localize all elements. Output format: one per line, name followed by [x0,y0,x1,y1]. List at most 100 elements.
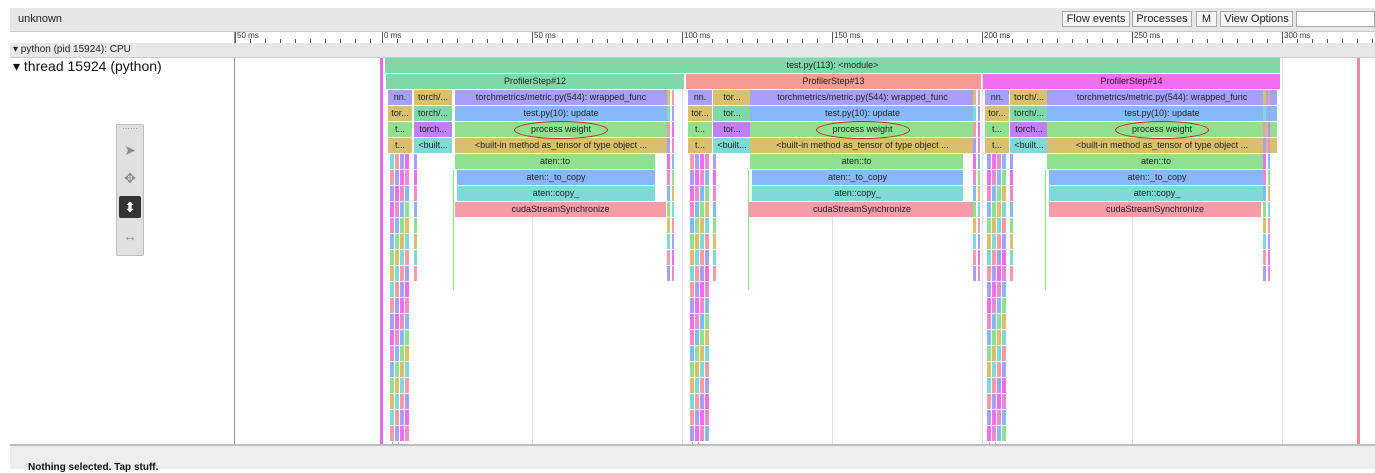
trace-event-slice[interactable] [973,266,976,281]
trace-event-slice[interactable] [695,426,699,441]
flow-events-button[interactable]: Flow events [1062,11,1130,27]
trace-event-slice[interactable] [395,154,399,169]
trace-event-slice[interactable] [690,250,694,265]
trace-event-slice[interactable] [695,234,699,249]
trace-event-slice[interactable] [400,234,404,249]
aten-to-event[interactable]: aten::to [750,154,963,169]
aten-to-event[interactable]: aten::to [1047,154,1265,169]
trace-event-slice[interactable] [667,106,670,121]
trace-event-slice[interactable] [978,122,980,137]
trace-event-slice[interactable] [987,346,991,361]
trace-event-slice[interactable] [997,378,1001,393]
event-short[interactable]: tor... [388,106,412,121]
trace-event-slice[interactable] [705,346,709,361]
trace-event-slice[interactable] [992,394,996,409]
trace-event-slice[interactable] [414,154,417,169]
trace-event-slice[interactable] [978,154,980,169]
trace-event-slice[interactable] [705,250,709,265]
trace-event-slice[interactable] [997,330,1001,345]
trace-event-slice[interactable] [1002,186,1006,201]
trace-event-slice[interactable] [395,346,399,361]
trace-event-slice[interactable] [1263,186,1266,201]
trace-event-slice[interactable] [395,394,399,409]
trace-event-slice[interactable] [405,298,409,313]
trace-event-slice[interactable] [695,170,699,185]
trace-event-slice[interactable] [405,218,409,233]
trace-event-slice[interactable] [987,154,991,169]
trace-event-slice[interactable] [405,346,409,361]
trace-event-slice[interactable] [414,218,417,233]
trace-event-slice[interactable] [705,170,709,185]
trace-event-slice[interactable] [1268,186,1270,201]
trace-event-slice[interactable] [997,202,1001,217]
trace-event-slice[interactable] [1002,298,1006,313]
trace-event-slice[interactable] [667,218,670,233]
trace-event-slice[interactable] [390,282,394,297]
trace-event-slice[interactable] [713,186,716,201]
trace-event-slice[interactable] [414,266,417,281]
trace-event-slice[interactable] [667,90,670,105]
trace-event-slice[interactable] [390,314,394,329]
trace-event-slice[interactable] [973,90,976,105]
trace-event-slice[interactable] [395,266,399,281]
pan-tool-icon[interactable]: ✥ [119,167,141,189]
aten-to-event[interactable]: aten::to [455,154,655,169]
trace-event-slice[interactable] [987,234,991,249]
trace-event-slice[interactable] [405,266,409,281]
trace-event-slice[interactable] [405,234,409,249]
trace-event-slice[interactable] [400,314,404,329]
wrapped-func-event[interactable]: torchmetrics/metric.py(544): wrapped_fun… [750,90,975,105]
trace-event-slice[interactable] [390,378,394,393]
trace-event-slice[interactable] [1268,218,1270,233]
as-tensor-event[interactable]: <built-in method as_tensor of type objec… [750,138,975,153]
trace-event-slice[interactable] [400,250,404,265]
trace-event-slice[interactable] [395,378,399,393]
processes-button[interactable]: Processes [1132,11,1192,27]
trace-event-slice[interactable] [400,346,404,361]
trace-event-slice[interactable] [987,202,991,217]
trace-event-slice[interactable] [987,362,991,377]
trace-event-slice[interactable] [700,362,704,377]
trace-event-slice[interactable] [705,186,709,201]
trace-event-slice[interactable] [1002,346,1006,361]
trace-event-slice[interactable] [1263,170,1266,185]
trace-event-slice[interactable] [987,378,991,393]
trace-event-slice[interactable] [400,298,404,313]
trace-event-slice[interactable] [672,234,674,249]
trace-event-slice[interactable] [987,266,991,281]
trace-event-slice[interactable] [705,234,709,249]
profiler-step-event[interactable]: ProfilerStep#14 [983,74,1280,89]
trace-event-slice[interactable] [390,330,394,345]
wrapped-func-event[interactable]: torchmetrics/metric.py(544): wrapped_fun… [1047,90,1277,105]
trace-event-slice[interactable] [405,282,409,297]
torch-event[interactable]: torch... [414,122,452,137]
trace-event-slice[interactable] [705,282,709,297]
trace-event-slice[interactable] [700,154,704,169]
trace-event-slice[interactable] [690,362,694,377]
trace-event-slice[interactable] [992,170,996,185]
trace-event-slice[interactable] [1002,234,1006,249]
trace-event-slice[interactable] [1002,314,1006,329]
trace-event-slice[interactable] [700,394,704,409]
trace-event-slice[interactable] [700,314,704,329]
trace-event-slice[interactable] [390,298,394,313]
metadata-button[interactable]: M [1196,11,1217,27]
update-event[interactable]: test.py(10): update [750,106,975,121]
trace-event-slice[interactable] [997,298,1001,313]
trace-event-slice[interactable] [395,362,399,377]
trace-event-slice[interactable] [700,234,704,249]
trace-event-slice[interactable] [414,186,417,201]
trace-event-slice[interactable] [700,298,704,313]
builtin-event[interactable]: <built... [713,138,751,153]
trace-event-slice[interactable] [395,170,399,185]
trace-event-slice[interactable] [672,90,674,105]
trace-event-slice[interactable] [395,250,399,265]
trace-event-slice[interactable] [690,234,694,249]
trace-event-slice[interactable] [695,410,699,425]
process-header[interactable]: ▾ python (pid 15924): CPU [10,43,1375,58]
trace-event-slice[interactable] [395,218,399,233]
trace-event-slice[interactable] [690,378,694,393]
trace-event-slice[interactable] [1010,234,1013,249]
trace-event-slice[interactable] [1263,250,1266,265]
trace-event-slice[interactable] [1010,154,1013,169]
